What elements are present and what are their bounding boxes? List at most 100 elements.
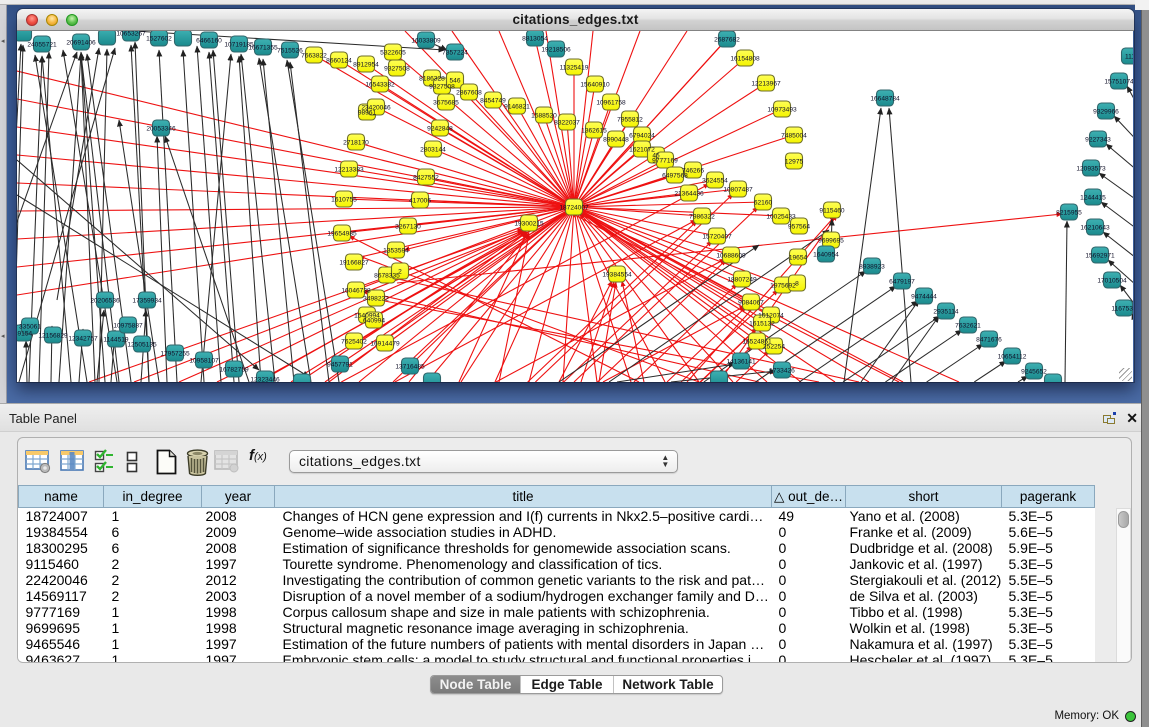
svg-text:2867608: 2867608: [456, 90, 482, 97]
svg-text:3498222: 3498222: [363, 296, 389, 303]
svg-text:1612074: 1612074: [758, 313, 784, 320]
svg-text:6794024: 6794024: [629, 133, 655, 140]
svg-text:3675685: 3675685: [433, 100, 459, 107]
svg-text:546: 546: [449, 78, 460, 85]
svg-text:1733426: 1733426: [769, 368, 795, 375]
svg-text:19218506: 19218506: [541, 47, 571, 54]
svg-text:8215955: 8215955: [1056, 210, 1082, 217]
svg-text:8471676: 8471676: [976, 337, 1002, 344]
svg-text:9777169: 9777169: [652, 158, 678, 165]
svg-text:10807487: 10807487: [723, 187, 753, 194]
svg-text:24055721: 24055721: [27, 42, 57, 49]
svg-text:7955812: 7955812: [617, 117, 643, 124]
svg-text:9329966: 9329966: [1093, 109, 1119, 116]
svg-text:957564: 957564: [788, 224, 810, 231]
svg-text:8990448: 8990448: [603, 137, 629, 144]
svg-text:14136141: 14136141: [726, 359, 756, 366]
svg-text:7663822: 7663822: [301, 53, 327, 60]
svg-text:12342757: 12342757: [68, 336, 98, 343]
svg-text:1244415: 1244415: [1080, 195, 1106, 202]
svg-text:16648784: 16648784: [870, 96, 900, 103]
svg-text:6466160: 6466160: [196, 38, 222, 45]
svg-text:17957255: 17957255: [160, 351, 190, 358]
svg-text:13716485: 13716485: [395, 364, 425, 371]
svg-text:12975: 12975: [785, 159, 804, 166]
svg-text:9457791: 9457791: [327, 362, 353, 369]
svg-text:9699695: 9699695: [818, 238, 844, 245]
svg-text:9084067: 9084067: [738, 300, 764, 307]
svg-text:1640954: 1640954: [813, 252, 839, 259]
svg-text:1975692: 1975692: [770, 283, 796, 290]
svg-text:252254: 252254: [763, 344, 785, 351]
svg-text:18724007: 18724007: [559, 205, 589, 212]
svg-text:19654: 19654: [789, 255, 808, 262]
svg-text:19300215: 19300215: [514, 221, 544, 228]
svg-text:19166827: 19166827: [339, 260, 369, 267]
svg-text:1588520: 1588520: [531, 113, 557, 120]
svg-text:12213383: 12213383: [334, 167, 364, 174]
svg-text:8912954: 8912954: [353, 62, 379, 69]
svg-text:20053346: 20053346: [146, 126, 176, 133]
svg-text:8427552: 8427552: [413, 175, 439, 182]
svg-text:17010504: 17010504: [1097, 278, 1127, 285]
svg-text:16543382: 16543382: [365, 82, 395, 89]
svg-text:15720407: 15720407: [702, 234, 732, 241]
svg-text:9245652: 9245652: [1021, 369, 1047, 376]
svg-text:8938923: 8938923: [859, 264, 885, 271]
svg-text:8454749: 8454749: [480, 98, 506, 105]
svg-text:9115460: 9115460: [819, 208, 845, 215]
svg-text:16033809: 16033809: [411, 38, 441, 45]
svg-text:10688609: 10688609: [716, 253, 746, 260]
svg-text:3624554: 3624554: [702, 178, 728, 185]
svg-text:11325419: 11325419: [560, 65, 589, 72]
svg-text:19654985: 19654985: [327, 231, 357, 238]
svg-text:10025433: 10025433: [766, 214, 796, 221]
svg-text:7625402: 7625402: [341, 339, 367, 346]
svg-text:3267130: 3267130: [395, 224, 421, 231]
svg-text:7986322: 7986322: [689, 214, 715, 221]
svg-text:1527602: 1527602: [146, 36, 172, 43]
svg-text:111: 111: [1125, 54, 1133, 61]
svg-text:5322605: 5322605: [380, 50, 406, 57]
svg-text:1353594: 1353594: [383, 248, 409, 255]
svg-text:16046738: 16046738: [341, 288, 371, 295]
svg-text:15692971: 15692971: [1085, 253, 1115, 260]
svg-text:12213967: 12213967: [751, 81, 781, 88]
svg-text:7357224: 7357224: [442, 50, 468, 57]
svg-text:15640910: 15640910: [580, 82, 610, 89]
svg-text:16782759: 16782759: [219, 367, 249, 374]
svg-text:20206536: 20206536: [90, 298, 120, 305]
svg-text:8660124: 8660124: [326, 58, 352, 65]
svg-text:1144519: 1144519: [103, 337, 129, 344]
svg-text:8: 8: [795, 281, 799, 288]
svg-text:1621072: 1621072: [629, 147, 655, 154]
svg-text:16914479: 16914479: [370, 341, 400, 348]
svg-text:12505135: 12505135: [127, 342, 157, 349]
svg-text:8186328: 8186328: [419, 76, 445, 83]
svg-text:10975887: 10975887: [113, 323, 143, 330]
svg-text:8322037: 8322037: [554, 120, 580, 127]
svg-text:19384554: 19384554: [602, 272, 632, 279]
svg-text:12156829: 12156829: [38, 333, 68, 340]
svg-text:9327508: 9327508: [429, 84, 455, 91]
svg-text:1610755: 1610755: [331, 197, 357, 204]
svg-text:39154: 39154: [17, 331, 32, 338]
svg-text:17359934: 17359934: [132, 298, 162, 305]
svg-text:640994: 640994: [363, 318, 385, 325]
svg-text:2687682: 2687682: [714, 37, 740, 44]
svg-text:2803144: 2803144: [420, 147, 446, 154]
svg-text:12093573: 12093573: [1076, 166, 1106, 173]
svg-text:1362615: 1362615: [581, 128, 607, 135]
svg-text:16154808: 16154808: [730, 56, 760, 63]
svg-text:62160: 62160: [754, 200, 773, 207]
svg-text:10958107: 10958107: [189, 358, 219, 365]
svg-text:2935114: 2935114: [933, 309, 959, 316]
svg-text:1167534: 1167534: [1111, 306, 1133, 313]
svg-text:2: 2: [398, 269, 402, 276]
svg-text:6497568: 6497568: [662, 173, 688, 180]
svg-text:335061: 335061: [19, 324, 41, 331]
svg-text:417006: 417006: [409, 198, 431, 205]
svg-text:9474444: 9474444: [911, 294, 937, 301]
svg-text:10653267: 10653267: [116, 31, 146, 38]
svg-text:16210643: 16210643: [1080, 225, 1110, 232]
